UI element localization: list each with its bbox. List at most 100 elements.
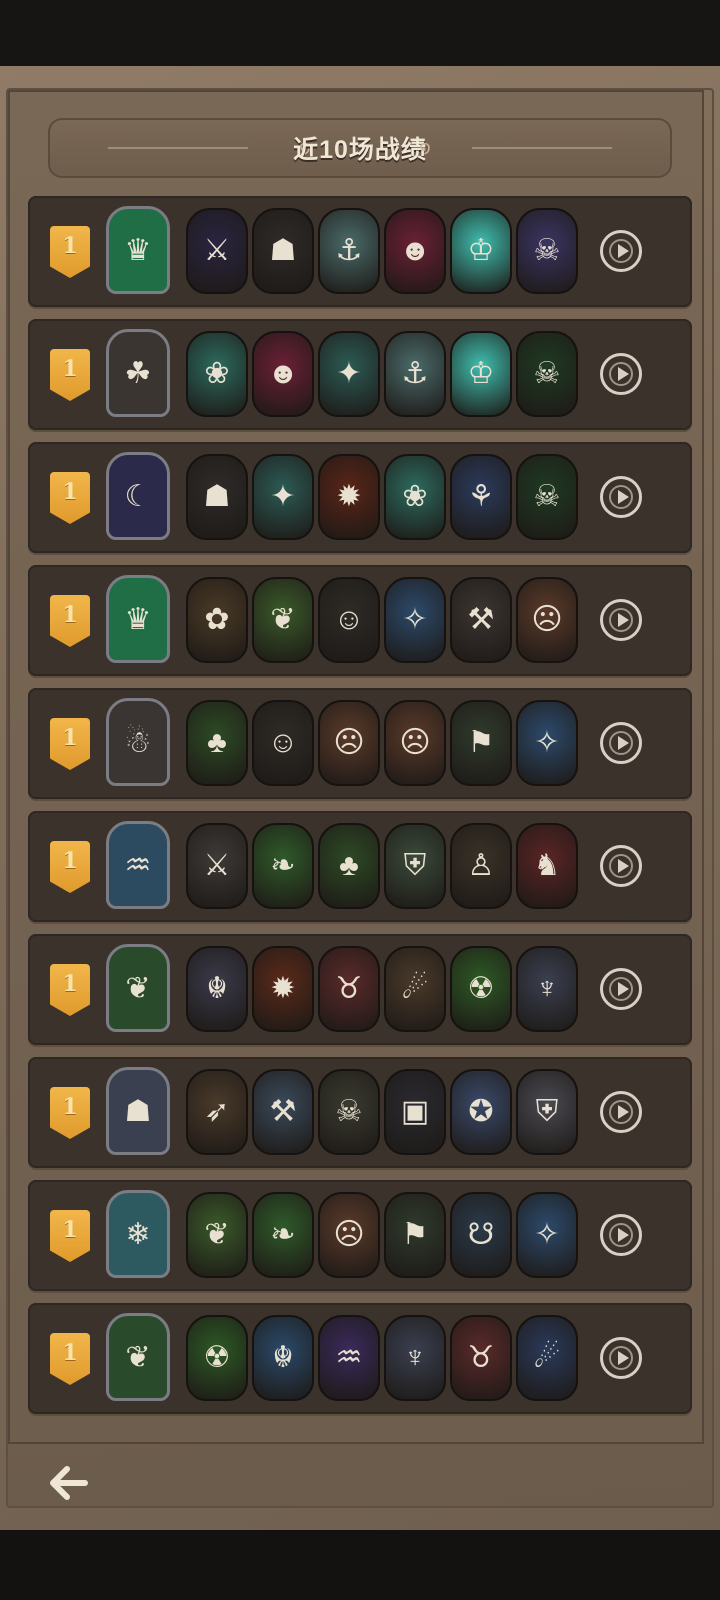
red-haired-maiden-icon[interactable]: ❀ xyxy=(186,331,248,417)
tomato-brute-icon[interactable]: ☹ xyxy=(384,700,446,786)
tomato-brute-icon[interactable]: ☹ xyxy=(318,700,380,786)
horned-knight-icon[interactable]: ♞ xyxy=(516,823,578,909)
leaf-sprout-icon[interactable]: ❦ xyxy=(186,1192,248,1278)
cowboy-gunner-icon[interactable]: ☄ xyxy=(384,946,446,1032)
thorn-queen-icon[interactable]: ♛ xyxy=(106,575,170,663)
iron-maiden-icon[interactable]: ▣ xyxy=(384,1069,446,1155)
jester-clown-icon[interactable]: ☻ xyxy=(384,208,446,294)
thorn-queen-icon[interactable]: ♛ xyxy=(106,206,170,294)
pirate-girl-icon[interactable]: ✦ xyxy=(318,331,380,417)
elf-sorceress-icon[interactable]: ✧ xyxy=(384,577,446,663)
replay-button[interactable] xyxy=(600,1091,642,1133)
witch-hat-icon[interactable]: ⚘ xyxy=(450,454,512,540)
unit-portrait-glyph: ☻ xyxy=(399,234,431,267)
hooded-reaper-icon[interactable]: ☗ xyxy=(186,454,248,540)
replay-button[interactable] xyxy=(600,1214,642,1256)
unit-portrait-glyph: ⚓ xyxy=(335,234,363,267)
tomato-brute-icon[interactable]: ☹ xyxy=(516,577,578,663)
back-arrow-icon xyxy=(50,1466,88,1500)
replay-button[interactable] xyxy=(600,230,642,272)
puppet-boy-icon[interactable]: ♙ xyxy=(450,823,512,909)
red-haired-maiden-icon[interactable]: ❀ xyxy=(384,454,446,540)
ice-fairy-icon[interactable]: ❄ xyxy=(106,1190,170,1278)
unit-portrait-glyph: ☺ xyxy=(333,603,365,636)
bearded-warrior-icon[interactable]: ⚒ xyxy=(450,577,512,663)
skull-lich-icon[interactable]: ☠ xyxy=(516,454,578,540)
treant-icon[interactable]: ♣ xyxy=(186,700,248,786)
rat-thief-icon[interactable]: ☘ xyxy=(106,329,170,417)
scarecrow-icon[interactable]: ⚑ xyxy=(450,700,512,786)
back-button[interactable] xyxy=(46,1460,92,1506)
ghost-king-icon[interactable]: ♔ xyxy=(450,331,512,417)
red-imp-icon[interactable]: ♉ xyxy=(450,1315,512,1401)
unit-portrait-glyph: ⚑ xyxy=(401,1218,429,1251)
replay-button[interactable] xyxy=(600,845,642,887)
sea-captain-icon[interactable]: ⚓ xyxy=(318,208,380,294)
unit-portrait-glyph: ⚑ xyxy=(467,726,495,759)
pumpkin-lord-icon[interactable]: ☠ xyxy=(516,208,578,294)
leaf-witch-icon[interactable]: ❦ xyxy=(106,1313,170,1401)
replay-button[interactable] xyxy=(600,968,642,1010)
sea-captain-icon[interactable]: ⚓ xyxy=(384,331,446,417)
leaf-spirit-icon[interactable]: ❧ xyxy=(252,1192,314,1278)
green-knight-icon[interactable]: ⛨ xyxy=(384,823,446,909)
fire-demon-icon[interactable]: ✹ xyxy=(318,454,380,540)
blue-dragon-icon[interactable]: ☬ xyxy=(252,1315,314,1401)
play-icon xyxy=(617,367,629,381)
treant-icon[interactable]: ♣ xyxy=(318,823,380,909)
archer-hunter-icon[interactable]: ➶ xyxy=(186,1069,248,1155)
grey-goblin-icon[interactable]: ☃ xyxy=(106,698,170,786)
stone-golem-icon[interactable]: ☗ xyxy=(106,1067,170,1155)
play-icon xyxy=(617,1105,629,1119)
dark-knight-icon[interactable]: ⚔ xyxy=(186,208,248,294)
flower-dryad-icon[interactable]: ✿ xyxy=(186,577,248,663)
replay-button[interactable] xyxy=(600,722,642,764)
green-goblin-icon[interactable]: ☢ xyxy=(186,1315,248,1401)
unit-portrait-glyph: ⚔ xyxy=(203,849,231,882)
replay-button[interactable] xyxy=(600,476,642,518)
pirate-girl-icon[interactable]: ✦ xyxy=(252,454,314,540)
replay-button[interactable] xyxy=(600,1337,642,1379)
pumpkin-ghost-icon[interactable]: ☺ xyxy=(252,700,314,786)
green-goblin-icon[interactable]: ☢ xyxy=(450,946,512,1032)
skull-lich-icon[interactable]: ☠ xyxy=(516,331,578,417)
ghost-king-icon[interactable]: ♔ xyxy=(450,208,512,294)
paladin-helm-icon[interactable]: ⛨ xyxy=(516,1069,578,1155)
hero-portrait-glyph: ♒ xyxy=(124,848,152,882)
leaf-sprout-icon[interactable]: ❦ xyxy=(252,577,314,663)
gunslinger-icon[interactable]: ☄ xyxy=(516,1315,578,1401)
red-imp-icon[interactable]: ♉ xyxy=(318,946,380,1032)
hooded-reaper-icon[interactable]: ☗ xyxy=(252,208,314,294)
armored-orc-icon[interactable]: ⚔ xyxy=(186,823,248,909)
purple-serpent-icon[interactable]: ♒ xyxy=(318,1315,380,1401)
scarecrow-icon[interactable]: ⚑ xyxy=(384,1192,446,1278)
elf-sorceress-icon[interactable]: ✧ xyxy=(516,1192,578,1278)
blue-mermaid-icon[interactable]: ♒ xyxy=(106,821,170,909)
unit-portrait-glyph: ❀ xyxy=(204,357,230,390)
leaf-witch-icon[interactable]: ❦ xyxy=(106,944,170,1032)
unit-portrait-glyph: ☬ xyxy=(272,1341,294,1374)
tomato-brute-icon[interactable]: ☹ xyxy=(318,1192,380,1278)
replay-button[interactable] xyxy=(600,599,642,641)
green-troll-icon[interactable]: ☋ xyxy=(450,1192,512,1278)
leaf-spirit-icon[interactable]: ❧ xyxy=(252,823,314,909)
lava-beast-icon[interactable]: ✹ xyxy=(252,946,314,1032)
lumberjack-icon[interactable]: ⚒ xyxy=(252,1069,314,1155)
blue-ninja-icon[interactable]: ✪ xyxy=(450,1069,512,1155)
bandit-icon[interactable]: ☠ xyxy=(318,1069,380,1155)
winged-gargoyle-icon[interactable]: ♆ xyxy=(516,946,578,1032)
replay-button[interactable] xyxy=(600,353,642,395)
unit-portrait-glyph: ☢ xyxy=(203,1341,231,1374)
shadow-bat-icon[interactable]: ☾ xyxy=(106,452,170,540)
unit-portrait-glyph: ♣ xyxy=(339,849,359,882)
jester-clown-icon[interactable]: ☻ xyxy=(252,331,314,417)
elf-sorceress-icon[interactable]: ✧ xyxy=(516,700,578,786)
hero-portrait-glyph: ❄ xyxy=(125,1217,151,1251)
unit-portrait-glyph: ☄ xyxy=(533,1341,561,1374)
grey-dragon-icon[interactable]: ☬ xyxy=(186,946,248,1032)
unit-portrait-glyph: ♔ xyxy=(467,234,495,267)
pumpkin-ghost-icon[interactable]: ☺ xyxy=(318,577,380,663)
winged-gargoyle-icon[interactable]: ♆ xyxy=(384,1315,446,1401)
unit-portrait-glyph: ☹ xyxy=(333,1218,365,1251)
unit-portrait-glyph: ❦ xyxy=(270,603,296,636)
